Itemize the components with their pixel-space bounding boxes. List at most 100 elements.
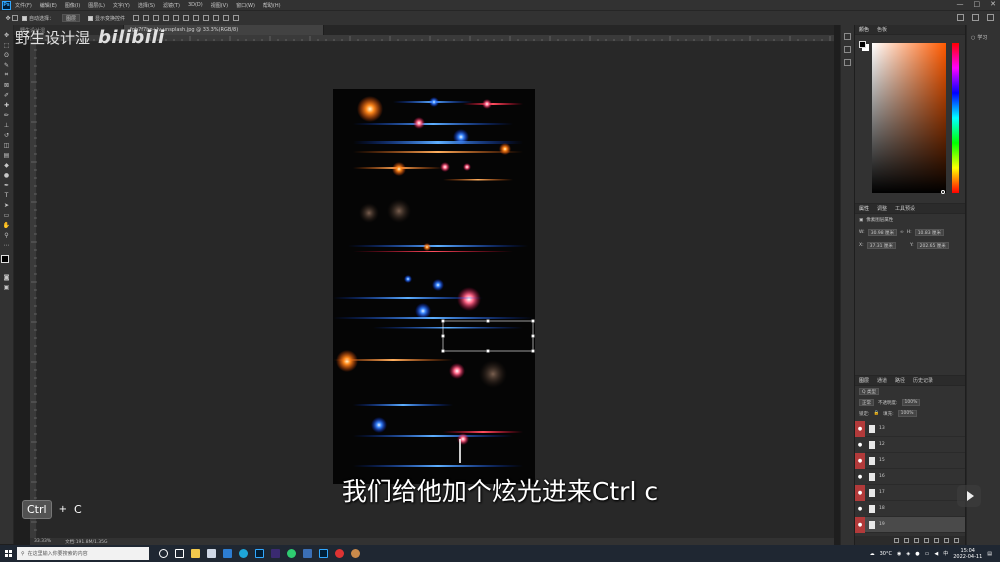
premiere-icon[interactable]	[271, 549, 280, 558]
more-tools-icon[interactable]: ⋯	[3, 241, 11, 249]
visibility-eye-icon[interactable]: ●	[855, 420, 865, 437]
frame-tool-icon[interactable]: ⊠	[3, 81, 11, 89]
visibility-eye-icon[interactable]: ●	[855, 436, 865, 453]
workspace-icon[interactable]	[972, 14, 979, 21]
more-options-icon[interactable]	[203, 15, 210, 21]
menu-view[interactable]: 视图(V)	[211, 2, 228, 9]
menu-image[interactable]: 图像(I)	[65, 2, 80, 9]
vertical-ruler[interactable]	[30, 41, 37, 538]
close-button[interactable]: ✕	[990, 0, 996, 8]
marquee-tool-icon[interactable]: ⬚	[3, 41, 11, 49]
adjustment-icon[interactable]	[924, 538, 929, 543]
menu-3d[interactable]: 3D(D)	[188, 2, 203, 8]
tray-app-icon[interactable]: ◈	[906, 551, 910, 557]
menu-select[interactable]: 选择(S)	[138, 2, 155, 9]
opacity-field[interactable]: 100%	[901, 399, 921, 406]
wechat-icon[interactable]	[287, 549, 296, 558]
store-icon[interactable]	[207, 549, 216, 558]
x-field[interactable]: 37.31 厘米	[866, 242, 896, 249]
show-transform-checkbox[interactable]	[88, 15, 94, 21]
game-icon[interactable]	[351, 549, 360, 558]
tab-properties[interactable]: 属性	[859, 205, 869, 212]
y-field[interactable]: 202.65 厘米	[916, 242, 949, 249]
tool-preset-icon[interactable]	[12, 15, 18, 21]
pen-tool-icon[interactable]: ✒	[3, 181, 11, 189]
delete-layer-icon[interactable]	[954, 538, 959, 543]
group-icon[interactable]	[934, 538, 939, 543]
path-select-icon[interactable]: ➤	[3, 201, 11, 209]
menu-layer[interactable]: 图层(L)	[88, 2, 105, 9]
photoshop-active-icon[interactable]	[319, 549, 328, 558]
link-layers-icon[interactable]	[894, 538, 899, 543]
menu-file[interactable]: 文件(F)	[15, 2, 32, 9]
start-button[interactable]	[0, 545, 17, 562]
color-swatches[interactable]	[0, 255, 13, 267]
brush-tool-icon[interactable]: ✏	[3, 111, 11, 119]
mask-icon[interactable]	[914, 538, 919, 543]
hue-slider[interactable]	[952, 43, 959, 193]
document-canvas[interactable]	[333, 89, 535, 484]
layer-kind-filter[interactable]: Q 类型	[859, 388, 879, 395]
tab-channels[interactable]: 通道	[877, 377, 887, 384]
blur-tool-icon[interactable]: ◆	[3, 161, 11, 169]
photoshop-logo-icon[interactable]: Ps	[2, 0, 11, 10]
shape-tool-icon[interactable]: ▭	[3, 211, 11, 219]
align-top-icon[interactable]	[163, 15, 170, 21]
search-icon[interactable]	[957, 14, 964, 21]
network-icon[interactable]: ▭	[925, 551, 930, 557]
tab-paths[interactable]: 路径	[895, 377, 905, 384]
eyedropper-tool-icon[interactable]: ✐	[3, 91, 11, 99]
photoshop-taskbar-icon[interactable]	[255, 549, 264, 558]
clone-stamp-icon[interactable]: ⊥	[3, 121, 11, 129]
layer-row[interactable]: ● 13	[855, 420, 965, 437]
distribute-icon[interactable]	[193, 15, 200, 21]
height-field[interactable]: 10.83 厘米	[914, 229, 945, 236]
menu-edit[interactable]: 编辑(E)	[40, 2, 57, 9]
screen-mode-icon[interactable]: ▣	[3, 283, 11, 291]
healing-brush-icon[interactable]: ✚	[3, 101, 11, 109]
maximize-button[interactable]: □	[974, 0, 981, 8]
new-layer-icon[interactable]	[944, 538, 949, 543]
color-picker-handle[interactable]	[941, 190, 945, 194]
taskbar-search[interactable]: ⚲ 在这里输入你要搜索的内容	[17, 547, 149, 560]
color-picker-field[interactable]	[872, 43, 946, 194]
zoom-level[interactable]: 33.33%	[34, 539, 51, 544]
hand-tool-icon[interactable]: ✋	[3, 221, 11, 229]
document-info[interactable]: 文档:191.8M/1.35G	[65, 539, 107, 545]
menu-help[interactable]: 帮助(H)	[263, 2, 281, 9]
layer-row[interactable]: ● 15	[855, 452, 965, 469]
align-left-icon[interactable]	[133, 15, 140, 21]
align-center-icon[interactable]	[143, 15, 150, 21]
notification-icon[interactable]: ▤	[987, 551, 992, 557]
quick-mask-icon[interactable]: ◙	[3, 273, 11, 281]
ime-indicator[interactable]: 中	[943, 550, 948, 557]
menu-filter[interactable]: 滤镜(T)	[163, 2, 180, 9]
share-icon[interactable]	[987, 14, 994, 21]
blend-mode-select[interactable]: 正常	[859, 399, 874, 406]
lasso-tool-icon[interactable]: ʘ	[3, 51, 11, 59]
color-swatch-mini[interactable]	[859, 41, 869, 51]
foreground-color[interactable]	[0, 255, 9, 263]
width-field[interactable]: 30.98 厘米	[867, 229, 898, 236]
netease-music-icon[interactable]	[335, 549, 344, 558]
edge-icon[interactable]	[239, 549, 248, 558]
volume-icon[interactable]: ◀	[934, 551, 938, 557]
link-icon[interactable]: ∞	[900, 230, 904, 235]
menu-type[interactable]: 文字(Y)	[113, 2, 130, 9]
mail-icon[interactable]	[223, 549, 232, 558]
brush-settings-icon[interactable]	[844, 46, 851, 53]
auto-select-dropdown[interactable]: 图层	[62, 14, 81, 22]
clock[interactable]: 15:04 2022-04-11	[953, 548, 982, 560]
tab-adjustments[interactable]: 调整	[877, 205, 887, 212]
align-middle-icon[interactable]	[173, 15, 180, 21]
canvas-area[interactable]	[37, 42, 834, 538]
visibility-eye-icon[interactable]: ●	[855, 452, 865, 469]
tab-swatches[interactable]: 色板	[877, 26, 887, 33]
auto-select-checkbox[interactable]	[22, 15, 27, 21]
task-view-icon[interactable]	[175, 549, 184, 558]
align-bottom-icon[interactable]	[183, 15, 190, 21]
tab-history[interactable]: 历史记录	[913, 377, 933, 384]
lock-icon[interactable]: 🔒	[874, 411, 880, 416]
app-icon[interactable]	[303, 549, 312, 558]
tab-tool-presets[interactable]: 工具预设	[895, 205, 915, 212]
